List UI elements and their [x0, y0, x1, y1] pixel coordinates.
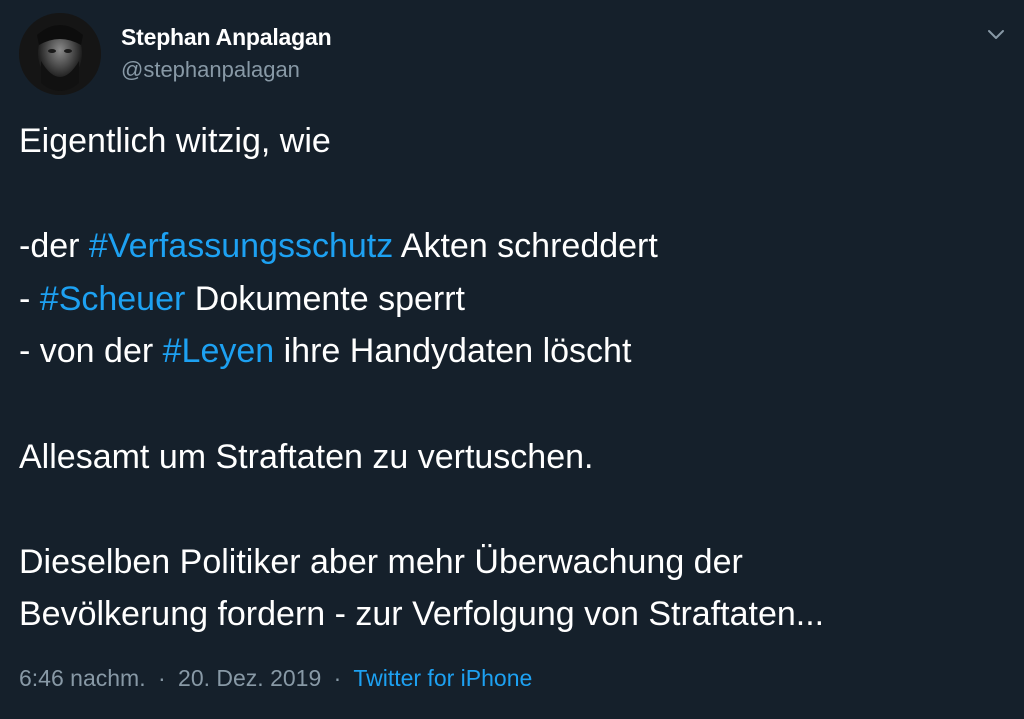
tweet-meta: 6:46 nachm. · 20. Dez. 2019 · Twitter fo…: [19, 663, 532, 693]
tweet-text: Eigentlich witzig, wie -der #Verfassungs…: [19, 115, 1009, 641]
tweet-line: - von der #Leyen ihre Handydaten löscht: [19, 325, 1009, 378]
tweet-source-link[interactable]: Twitter for iPhone: [353, 665, 532, 691]
meta-separator: ·: [333, 665, 342, 691]
line-text: Dokumente sperrt: [185, 279, 465, 318]
tweet-line: - #Scheuer Dokumente sperrt: [19, 273, 1009, 326]
line-text: -der: [19, 227, 89, 266]
tweet-line: -der #Verfassungsschutz Akten schreddert: [19, 220, 1009, 273]
hashtag-link[interactable]: #Scheuer: [40, 280, 186, 318]
tweet-line: Dieselben Politiker aber mehr Überwachun…: [19, 542, 743, 581]
line-text: -: [19, 279, 40, 318]
hashtag-link[interactable]: #Leyen: [163, 332, 275, 370]
meta-separator: ·: [157, 665, 166, 691]
tweet-line: Allesamt um Straftaten zu vertuschen.: [19, 437, 594, 476]
author-display-name[interactable]: Stephan Anpalagan: [121, 23, 332, 51]
chevron-down-icon[interactable]: [982, 22, 1010, 46]
tweet-time[interactable]: 6:46 nachm.: [19, 665, 146, 691]
avatar[interactable]: [19, 13, 101, 95]
tweet-date[interactable]: 20. Dez. 2019: [178, 665, 321, 691]
hashtag-link[interactable]: #Verfassungsschutz: [89, 227, 393, 265]
line-text: ihre Handydaten löscht: [274, 332, 632, 371]
author-handle[interactable]: @stephanpalagan: [121, 56, 300, 84]
tweet-card: Stephan Anpalagan @stephanpalagan Eigent…: [0, 0, 1024, 719]
line-text: - von der: [19, 332, 163, 371]
tweet-line: Eigentlich witzig, wie: [19, 122, 331, 160]
tweet-line: Bevölkerung fordern - zur Verfolgung von…: [19, 595, 825, 634]
line-text: Akten schreddert: [393, 227, 658, 266]
